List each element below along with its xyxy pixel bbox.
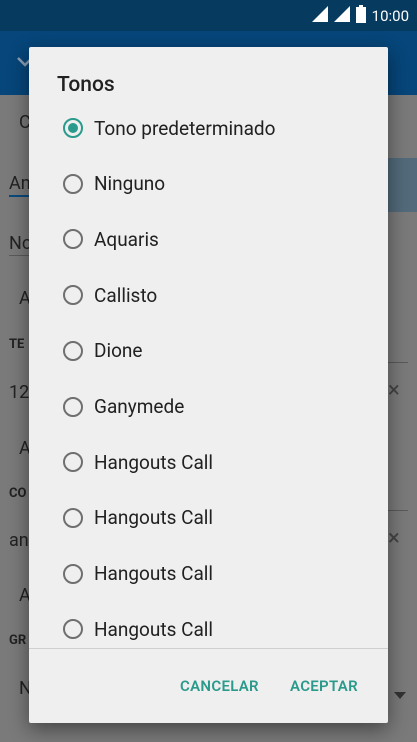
ringtone-options-list[interactable]: Tono predeterminado Ninguno Aquaris Callist… [29, 100, 388, 648]
ringtone-option-label: Ganymede [94, 395, 185, 418]
ringtone-option-label: Hangouts Call [94, 506, 214, 530]
accept-button[interactable]: ACEPTAR [290, 677, 358, 695]
ringtone-option[interactable]: Hangouts Call [29, 490, 388, 546]
radio-unchecked-icon[interactable] [63, 173, 83, 194]
radio-unchecked-icon[interactable] [63, 507, 83, 528]
ringtone-option[interactable]: Ganymede [29, 379, 388, 435]
ringtone-option-label: Hangouts Call [94, 450, 214, 474]
ringtone-option[interactable]: Hangouts Call [29, 546, 388, 602]
status-icons: 10:00 [311, 5, 409, 27]
ringtone-option[interactable]: Hangouts Call [29, 601, 388, 648]
bg-divider [9, 195, 29, 197]
radio-unchecked-icon[interactable] [63, 340, 83, 361]
ringtone-option[interactable]: Aquaris [29, 211, 388, 267]
close-icon: × [388, 526, 400, 551]
status-time: 10:00 [371, 7, 409, 25]
ringtone-option[interactable]: Ninguno [29, 156, 388, 212]
bg-divider [388, 510, 408, 511]
ringtone-option[interactable]: Tono predeterminado [29, 100, 388, 156]
ringtone-option-label: Ninguno [94, 172, 166, 196]
ringtone-option-label: Tono predeterminado [94, 116, 276, 140]
radio-unchecked-icon[interactable] [63, 452, 83, 473]
ringtone-option-label: Dione [94, 339, 143, 363]
dropdown-arrow-icon [394, 684, 406, 703]
dialog-title: Tonos [57, 73, 115, 97]
radio-unchecked-icon[interactable] [63, 619, 83, 640]
bg-divider [9, 255, 29, 256]
bg-divider [388, 362, 408, 363]
ringtone-option-label: Callisto [94, 283, 158, 307]
ringtone-option[interactable]: Hangouts Call [29, 434, 388, 490]
ringtone-option-label: Hangouts Call [94, 617, 214, 641]
radio-unchecked-icon[interactable] [63, 229, 83, 250]
cell-signal-icon [333, 6, 350, 26]
bg-section-header: CO [9, 486, 27, 501]
wifi-signal-icon [311, 6, 328, 26]
battery-icon [355, 5, 366, 27]
ringtone-option-label: Hangouts Call [94, 562, 214, 586]
status-bar: 10:00 [0, 0, 417, 31]
radio-unchecked-icon[interactable] [63, 563, 83, 584]
radio-unchecked-icon[interactable] [63, 396, 83, 417]
bg-section-header: GR [9, 633, 27, 648]
radio-checked-icon[interactable] [63, 118, 83, 138]
radio-unchecked-icon[interactable] [63, 285, 83, 306]
ringtone-option[interactable]: Callisto [29, 267, 388, 323]
contact-photo-thumbnail [387, 158, 417, 212]
bg-field-fragment: An [9, 173, 31, 194]
dialog-divider [29, 648, 388, 649]
ringtone-option[interactable]: Dione [29, 323, 388, 379]
cancel-button[interactable]: CANCELAR [180, 677, 259, 695]
bg-section-header: TE [9, 337, 25, 352]
bg-field-fragment: 12 [9, 382, 30, 403]
ringtone-option-label: Aquaris [94, 227, 159, 251]
close-icon: × [388, 378, 400, 403]
ringtone-dialog: Tonos Tono predeterminado Ninguno Aquaris C… [29, 47, 388, 723]
bg-field-fragment: an [9, 530, 29, 551]
